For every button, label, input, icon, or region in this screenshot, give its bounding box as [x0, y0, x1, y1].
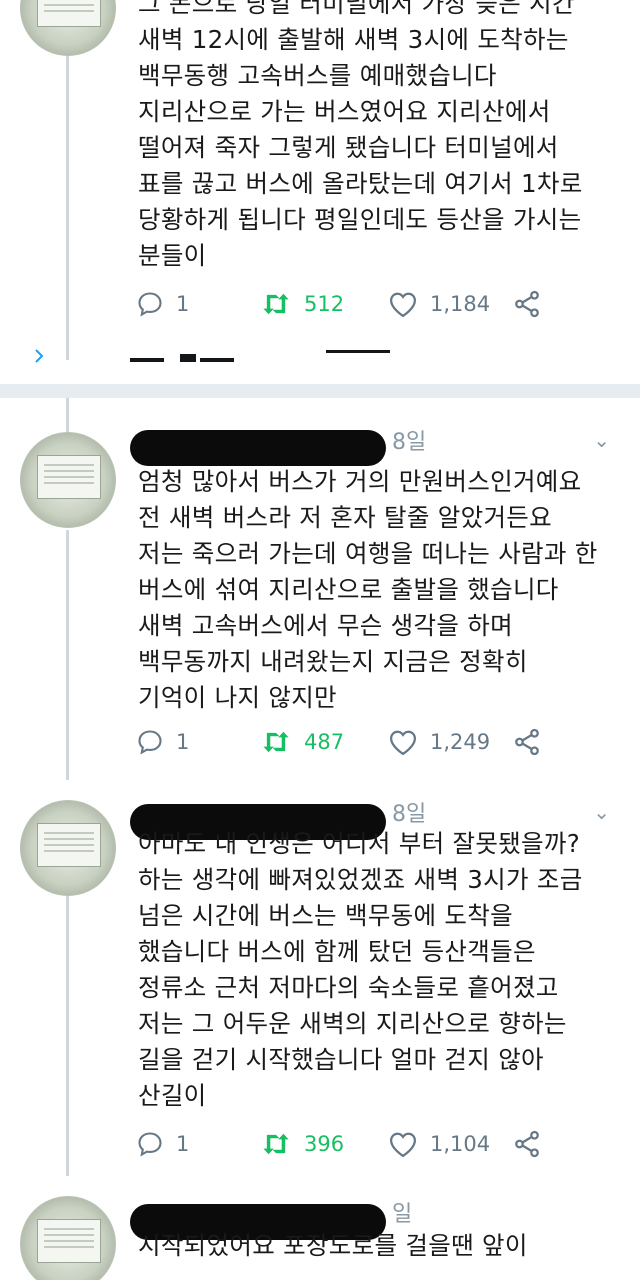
reply-count: 1 — [176, 730, 190, 754]
heart-icon — [389, 730, 417, 756]
avatar[interactable] — [20, 800, 116, 896]
retweet-icon — [263, 1133, 289, 1155]
share-button[interactable] — [512, 284, 542, 324]
avatar[interactable] — [20, 1196, 116, 1280]
retweet-button[interactable]: 512 — [260, 284, 344, 324]
reply-icon — [138, 292, 162, 317]
tweet-text: 아마도 내 인생은 어디서 부터 잘못됐을까? 하는 생각에 빠져있었겠죠 새벽… — [138, 829, 583, 1110]
retweet-count: 512 — [304, 292, 345, 316]
tweet-date: 8일 — [392, 430, 427, 455]
section-divider — [0, 384, 640, 398]
retweet-icon — [263, 293, 289, 315]
like-button[interactable]: 1,104 — [388, 1124, 490, 1164]
thread-line — [66, 530, 69, 780]
like-count: 1,104 — [430, 1132, 491, 1156]
thread-line — [66, 398, 69, 434]
tweet-text: 시작되었어요 포장도로를 걸을땐 앞이 — [138, 1231, 528, 1260]
reply-icon — [138, 1132, 162, 1157]
retweet-button[interactable]: 487 — [260, 722, 344, 762]
thread-line — [66, 896, 69, 1176]
reply-button[interactable]: 1 — [136, 722, 189, 762]
reply-button[interactable]: 1 — [136, 284, 189, 324]
share-icon — [515, 1130, 539, 1158]
tweet-actions: 1 396 1,104 — [136, 1124, 576, 1164]
avatar[interactable] — [20, 432, 116, 528]
like-count: 1,184 — [430, 292, 491, 316]
like-button[interactable]: 1,249 — [388, 722, 490, 762]
reply-icon — [138, 730, 162, 755]
tweet-text: 그 돈으로 당일 터미널에서 가장 늦은 시간 새벽 12시에 출발해 새벽 3… — [138, 0, 583, 270]
like-count: 1,249 — [430, 730, 491, 754]
tweet-date: 일 — [392, 1202, 413, 1227]
reply-button[interactable]: 1 — [136, 1124, 189, 1164]
redacted-username — [130, 430, 386, 466]
tweet-actions: 1 487 1,249 — [136, 722, 576, 762]
chevron-down-icon[interactable]: ⌄ — [593, 428, 610, 452]
tweet-date: 8일 — [392, 802, 427, 827]
tweet-header: 8일 ⌄ — [130, 424, 620, 466]
reply-count: 1 — [176, 1132, 190, 1156]
share-button[interactable] — [512, 722, 542, 762]
retweet-button[interactable]: 396 — [260, 1124, 344, 1164]
tweet-thread: 그 돈으로 당일 터미널에서 가장 늦은 시간 새벽 12시에 출발해 새벽 3… — [0, 0, 640, 1280]
share-icon — [515, 290, 539, 318]
retweet-icon — [263, 731, 289, 753]
tweet-text: 엄청 많아서 버스가 거의 만원버스인거예요 전 새벽 버스라 저 혼자 탈줄 … — [138, 467, 598, 712]
avatar[interactable] — [20, 0, 116, 56]
heart-icon — [389, 292, 417, 318]
retweet-count: 396 — [304, 1132, 345, 1156]
reply-count: 1 — [176, 292, 190, 316]
tweet-actions: 1 512 1,184 — [136, 284, 576, 324]
heart-icon — [389, 1132, 417, 1158]
partial-reply-row — [30, 346, 400, 370]
like-button[interactable]: 1,184 — [388, 284, 490, 324]
share-icon — [515, 728, 539, 756]
share-button[interactable] — [512, 1124, 542, 1164]
retweet-count: 487 — [304, 730, 345, 754]
chevron-down-icon[interactable]: ⌄ — [593, 800, 610, 824]
